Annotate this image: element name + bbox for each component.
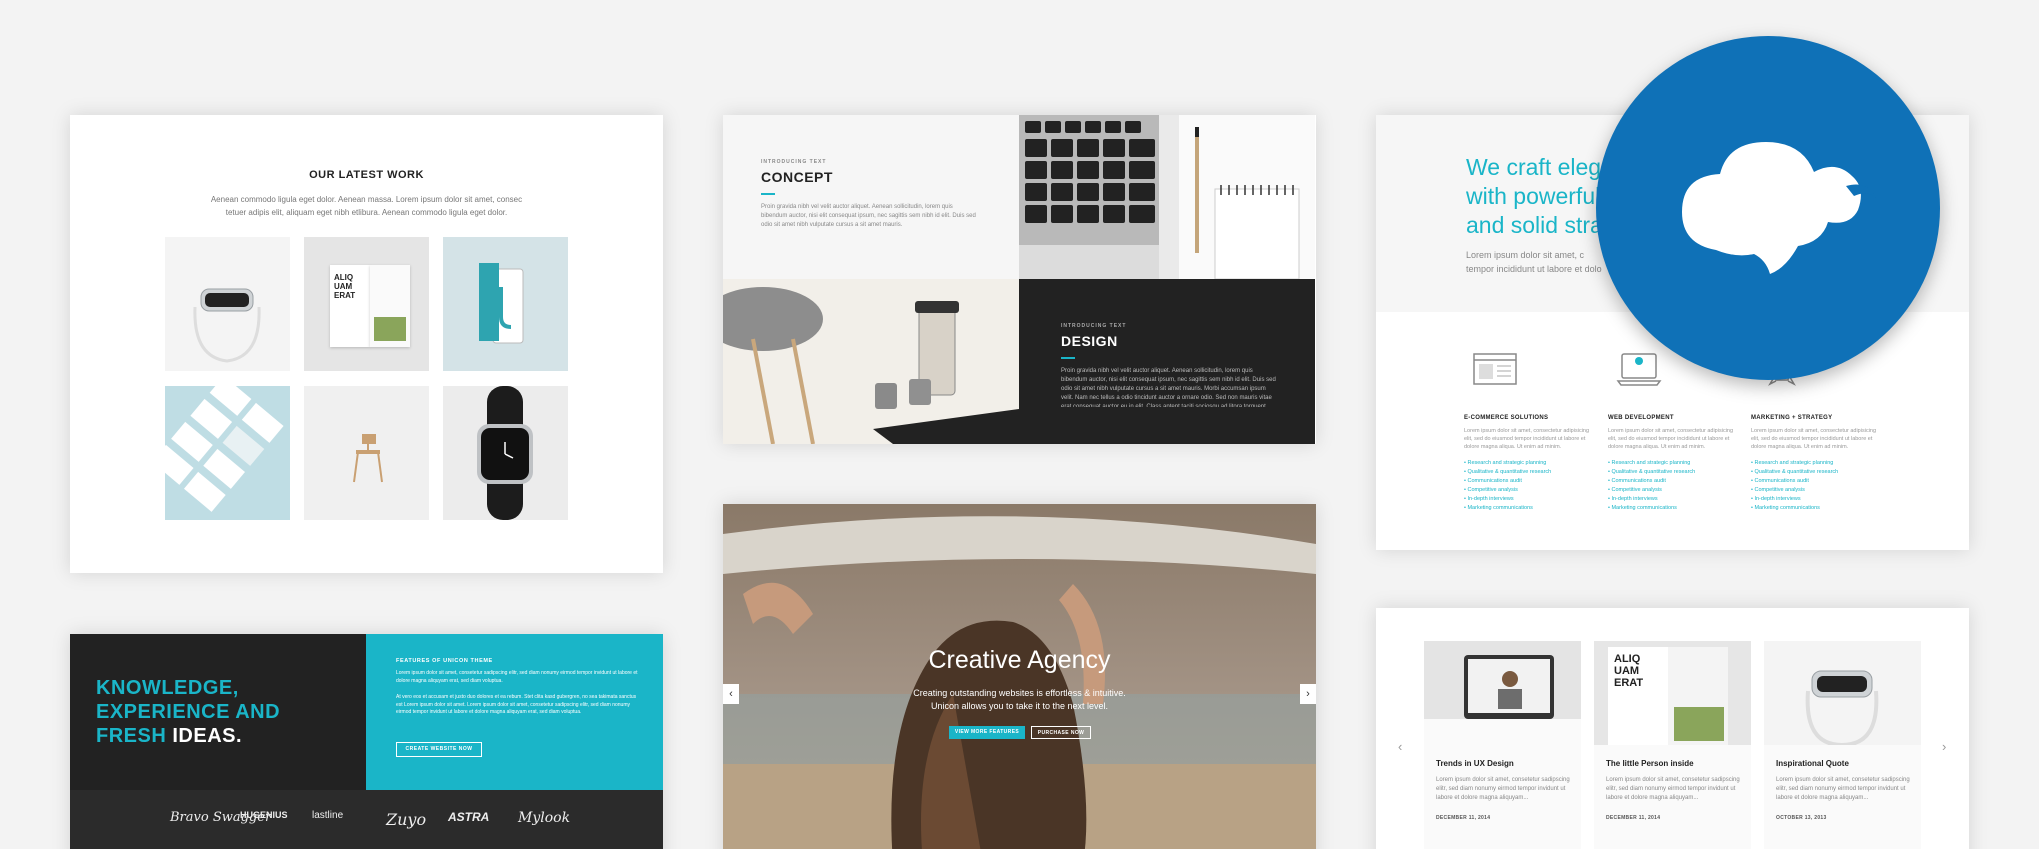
blog-post-image [1764, 641, 1921, 745]
interior-image [723, 279, 1019, 444]
service-ecommerce: E-COMMERCE SOLUTIONS Lorem ipsum dolor s… [1464, 350, 1594, 513]
blog-post[interactable]: Trends in UX Design Lorem ipsum dolor si… [1424, 641, 1581, 849]
hero-subtitle: Creating outstanding websites is effortl… [913, 688, 1126, 711]
knowledge-card: KNOWLEDGE, EXPERIENCE AND FRESH IDEAS. F… [70, 634, 663, 849]
watch-image [193, 288, 261, 363]
knowledge-left: KNOWLEDGE, EXPERIENCE AND FRESH IDEAS. [70, 634, 366, 790]
view-more-features-button[interactable]: VIEW MORE FEATURES [949, 726, 1025, 739]
design-title: DESIGN [1061, 333, 1118, 349]
blog-post-excerpt: Lorem ipsum dolor sit amet, consetetur s… [1606, 777, 1740, 801]
business-cards-image [165, 386, 284, 512]
design-intro-label: INTRODUCING TEXT [1061, 323, 1127, 329]
create-website-button[interactable]: CREATE WEBSITE NOW [396, 742, 482, 757]
smartwatch-image [477, 386, 533, 520]
blog-post-image: ALIQ UAM ERAT [1594, 641, 1751, 745]
features-text: At vero eos et accusam et justo duo dolo… [396, 694, 637, 715]
concept-section: INTRODUCING TEXT CONCEPT Proin gravida n… [723, 115, 1019, 279]
concept-underline [761, 193, 775, 195]
blog-card: ‹ › Trends in UX Design Lorem ipsum dolo… [1376, 608, 1969, 849]
features-title: FEATURES OF UNICON THEME [396, 658, 493, 664]
chair-image [353, 434, 383, 483]
brand-logo-hugenius: HUGENIUS [240, 810, 288, 820]
service-title: MARKETING + STRATEGY [1751, 415, 1833, 421]
blog-post-date: DECEMBER 11, 2014 [1606, 815, 1661, 821]
blog-post-excerpt: Lorem ipsum dolor sit amet, consetetur s… [1776, 777, 1910, 801]
magazine-text: ALIQ UAM ERAT [334, 273, 356, 300]
concept-title: CONCEPT [761, 169, 833, 185]
blog-post-image [1424, 641, 1581, 745]
services-headline: We craft elega with powerful and solid s… [1466, 154, 1614, 238]
service-title: WEB DEVELOPMENT [1608, 415, 1674, 421]
blog-post-title[interactable]: Inspirational Quote [1776, 759, 1921, 768]
service-title: E-COMMERCE SOLUTIONS [1464, 415, 1549, 421]
blog-post-date: DECEMBER 11, 2014 [1436, 815, 1491, 821]
surfer-image [723, 504, 1316, 849]
blog-post-title[interactable]: The little Person inside [1606, 759, 1751, 768]
latest-work-title: OUR LATEST WORK [309, 169, 424, 181]
features-panel: FEATURES OF UNICON THEME Lorem ipsum dol… [366, 634, 663, 790]
blog-post-title[interactable]: Trends in UX Design [1436, 759, 1581, 768]
chevron-left-icon[interactable]: ‹ [723, 684, 739, 704]
brand-logo-zuyo: Zuyo [386, 810, 427, 829]
features-text: Lorem ipsum dolor sit amet, consetetur s… [396, 670, 638, 684]
design-underline [1061, 357, 1075, 359]
browser-window-icon [1473, 353, 1517, 385]
service-text: Lorem ipsum dolor sit amet, consectetur … [1608, 428, 1734, 450]
portfolio-item-chair[interactable] [304, 386, 429, 520]
design-text: Proin gravida nibh vel velit auctor aliq… [1061, 368, 1276, 407]
concept-design-card: INTRODUCING TEXT CONCEPT Proin gravida n… [723, 115, 1316, 444]
portfolio-item-smartwatch[interactable] [443, 386, 568, 520]
keyboard-image [1019, 115, 1315, 279]
service-list: Research and strategic planning Qualitat… [1464, 459, 1594, 513]
brand-logo-mylook: Mylook [518, 810, 571, 826]
tablet-image [479, 263, 524, 344]
portfolio-item-magazine[interactable]: ALIQ UAM ERAT [304, 237, 429, 371]
chevron-right-icon[interactable]: › [1942, 739, 1946, 754]
service-text: Lorem ipsum dolor sit amet, consectetur … [1751, 428, 1877, 450]
portfolio-item-tablet[interactable] [443, 237, 568, 371]
knowledge-headline: KNOWLEDGE, EXPERIENCE AND FRESH IDEAS. [96, 677, 281, 747]
brands-strip [70, 790, 663, 849]
services-subtext: Lorem ipsum dolor sit amet, c tempor inc… [1466, 250, 1602, 274]
service-text: Lorem ipsum dolor sit amet, consectetur … [1464, 428, 1590, 450]
brand-logo-astra: ASTRA [448, 810, 490, 824]
blog-post-date: OCTOBER 13, 2013 [1776, 815, 1827, 821]
concept-intro-label: INTRODUCING TEXT [761, 159, 827, 165]
chef-hat-icon [1682, 142, 1876, 274]
hero-title: Creative Agency [928, 646, 1111, 674]
purchase-now-button[interactable]: PURCHASE NOW [1031, 726, 1091, 739]
brand-logo-lastline: lastline [312, 810, 344, 821]
blog-post-excerpt: Lorem ipsum dolor sit amet, consetetur s… [1436, 777, 1570, 801]
service-list: Research and strategic planning Qualitat… [1608, 459, 1738, 513]
creative-agency-card: Creative Agency Creating outstanding web… [723, 504, 1316, 849]
latest-work-card: OUR LATEST WORK Aenean commodo ligula eg… [70, 115, 663, 573]
service-list: Research and strategic planning Qualitat… [1751, 459, 1881, 513]
blog-post[interactable]: ALIQ UAM ERAT The little Person inside L… [1594, 641, 1751, 849]
blog-post[interactable]: Inspirational Quote Lorem ipsum dolor si… [1764, 641, 1921, 849]
portfolio-item-watch[interactable] [165, 237, 290, 371]
concept-text: Proin gravida nibh vel velit auctor aliq… [761, 204, 976, 228]
brand-logo [1596, 36, 1940, 380]
latest-work-description: Aenean commodo ligula eget dolor. Aenean… [210, 195, 523, 217]
chevron-right-icon[interactable]: › [1300, 684, 1316, 704]
chevron-left-icon[interactable]: ‹ [1398, 739, 1402, 754]
design-section: INTRODUCING TEXT DESIGN Proin gravida ni… [1019, 279, 1315, 444]
portfolio-item-business-cards[interactable] [165, 386, 290, 520]
